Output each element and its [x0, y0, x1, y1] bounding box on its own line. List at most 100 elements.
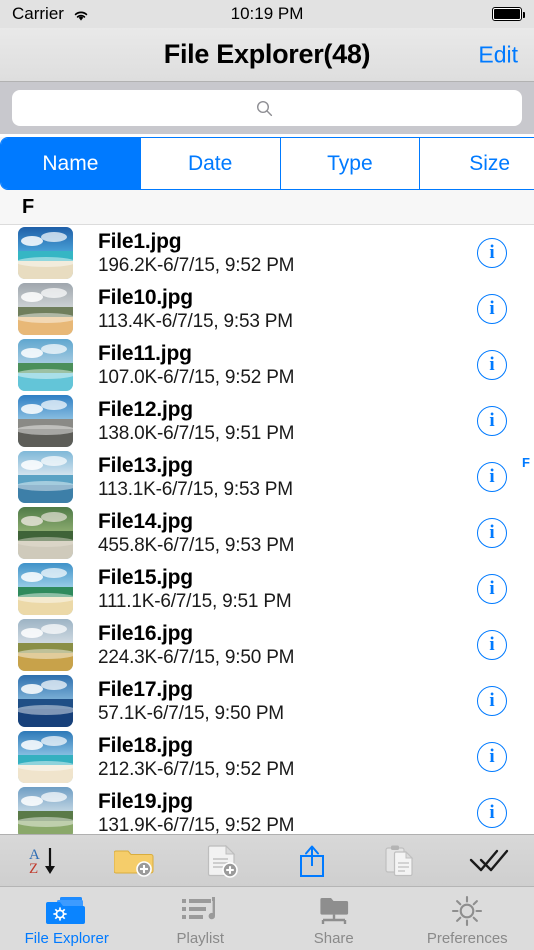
navigation-bar: File Explorer(48) Edit: [0, 28, 534, 82]
info-button[interactable]: i: [477, 350, 507, 380]
table-row[interactable]: File12.jpg 138.0K-6/7/15, 9:51 PM i: [0, 393, 534, 449]
select-all-button[interactable]: [462, 839, 518, 883]
file-info: File11.jpg 107.0K-6/7/15, 9:52 PM: [98, 342, 477, 389]
sort-segmented-control-container: Name Date Type Size: [0, 137, 534, 190]
file-info: File1.jpg 196.2K-6/7/15, 9:52 PM: [98, 230, 477, 277]
tab-playlist[interactable]: Playlist: [134, 887, 268, 950]
file-meta: 113.4K-6/7/15, 9:53 PM: [98, 310, 293, 332]
segment-date[interactable]: Date: [140, 138, 281, 189]
file-name: File13.jpg: [98, 453, 193, 477]
share-button[interactable]: [284, 839, 340, 883]
file-explorer-app: Carrier 10:19 PM File Explorer(48) Edit: [0, 0, 534, 950]
tab-preferences[interactable]: Preferences: [401, 887, 534, 950]
file-info: File17.jpg 57.1K-6/7/15, 9:50 PM: [98, 678, 477, 725]
file-thumbnail: [18, 507, 73, 559]
info-button[interactable]: i: [477, 518, 507, 548]
info-button[interactable]: i: [477, 462, 507, 492]
table-row[interactable]: File14.jpg 455.8K-6/7/15, 9:53 PM i: [0, 505, 534, 561]
tab-share[interactable]: Share: [267, 887, 401, 950]
edit-button[interactable]: Edit: [478, 41, 518, 68]
file-info: File13.jpg 113.1K-6/7/15, 9:53 PM: [98, 454, 477, 501]
new-file-icon: [206, 844, 240, 878]
file-name: File15.jpg: [98, 565, 193, 589]
status-bar-left: Carrier: [12, 4, 90, 24]
file-info: File15.jpg 111.1K-6/7/15, 9:51 PM: [98, 566, 477, 613]
share-icon: [297, 844, 327, 878]
info-button[interactable]: i: [477, 798, 507, 828]
sort-az-button[interactable]: A Z: [17, 839, 73, 883]
file-thumbnail: [18, 563, 73, 615]
status-bar: Carrier 10:19 PM: [0, 0, 534, 28]
info-button[interactable]: i: [477, 574, 507, 604]
tab-label-preferences: Preferences: [426, 929, 508, 947]
info-button[interactable]: i: [477, 686, 507, 716]
file-meta: 196.2K-6/7/15, 9:52 PM: [98, 254, 295, 276]
table-row[interactable]: File17.jpg 57.1K-6/7/15, 9:50 PM i: [0, 673, 534, 729]
file-name: File14.jpg: [98, 509, 193, 533]
info-button[interactable]: i: [477, 630, 507, 660]
file-name: File11.jpg: [98, 341, 192, 365]
file-name: File10.jpg: [98, 285, 193, 309]
file-meta: 131.9K-6/7/15, 9:52 PM: [98, 814, 295, 834]
segment-type[interactable]: Type: [280, 138, 421, 189]
file-thumbnail: [18, 283, 73, 335]
file-name: File19.jpg: [98, 789, 193, 813]
new-folder-icon: [113, 845, 154, 877]
table-row[interactable]: File18.jpg 212.3K-6/7/15, 9:52 PM i: [0, 729, 534, 785]
wifi-icon: [72, 7, 90, 21]
page-title: File Explorer(48): [163, 39, 371, 69]
sort-segmented-control[interactable]: Name Date Type Size: [0, 137, 534, 190]
segment-size[interactable]: Size: [420, 138, 534, 189]
file-thumbnail: [18, 619, 73, 671]
table-row[interactable]: File16.jpg 224.3K-6/7/15, 9:50 PM i: [0, 617, 534, 673]
file-name: File1.jpg: [98, 229, 182, 253]
tab-file-explorer[interactable]: File Explorer: [0, 887, 134, 950]
file-meta: 111.1K-6/7/15, 9:51 PM: [98, 590, 292, 612]
file-meta: 113.1K-6/7/15, 9:53 PM: [98, 478, 293, 500]
file-info: File10.jpg 113.4K-6/7/15, 9:53 PM: [98, 286, 477, 333]
table-row[interactable]: File13.jpg 113.1K-6/7/15, 9:53 PM i: [0, 449, 534, 505]
svg-text:Z: Z: [29, 861, 38, 877]
search-bar-container: [0, 82, 534, 134]
file-meta: 138.0K-6/7/15, 9:51 PM: [98, 422, 295, 444]
folder-gear-icon: [45, 894, 88, 928]
file-info: File18.jpg 212.3K-6/7/15, 9:52 PM: [98, 734, 477, 781]
info-button[interactable]: i: [477, 294, 507, 324]
paste-icon: [384, 844, 418, 878]
file-info: File12.jpg 138.0K-6/7/15, 9:51 PM: [98, 398, 477, 445]
file-rows-container: File1.jpg 196.2K-6/7/15, 9:52 PM i File10.j…: [0, 225, 534, 834]
carrier-label: Carrier: [12, 4, 64, 23]
table-row[interactable]: File10.jpg 113.4K-6/7/15, 9:53 PM i: [0, 281, 534, 337]
playlist-music-icon: [181, 894, 219, 928]
tab-label-share: Share: [313, 929, 354, 947]
table-row[interactable]: File1.jpg 196.2K-6/7/15, 9:52 PM i: [0, 225, 534, 281]
table-row[interactable]: File15.jpg 111.1K-6/7/15, 9:51 PM i: [0, 561, 534, 617]
new-folder-button[interactable]: [106, 839, 162, 883]
search-icon: [256, 100, 273, 117]
file-thumbnail: [18, 395, 73, 447]
search-input[interactable]: [12, 90, 522, 126]
file-thumbnail: [18, 339, 73, 391]
table-row[interactable]: File11.jpg 107.0K-6/7/15, 9:52 PM i: [0, 337, 534, 393]
info-button[interactable]: i: [477, 742, 507, 772]
file-info: File16.jpg 224.3K-6/7/15, 9:50 PM: [98, 622, 477, 669]
file-name: File18.jpg: [98, 733, 193, 757]
info-button[interactable]: i: [477, 238, 507, 268]
search-placeholder-group: [256, 100, 279, 117]
table-row[interactable]: File19.jpg 131.9K-6/7/15, 9:52 PM i: [0, 785, 534, 834]
file-meta: 57.1K-6/7/15, 9:50 PM: [98, 702, 284, 724]
tab-bar: File Explorer Playlist Share Preferences: [0, 886, 534, 950]
file-thumbnail: [18, 787, 73, 834]
file-list[interactable]: F File1.jpg 196.2K-6/7/15, 9:52 PM i File10…: [0, 190, 534, 834]
file-meta: 224.3K-6/7/15, 9:50 PM: [98, 646, 295, 668]
sort-az-icon: A Z: [28, 845, 62, 877]
double-check-icon: [469, 847, 511, 875]
section-index-f[interactable]: F: [522, 455, 530, 470]
info-button[interactable]: i: [477, 406, 507, 436]
paste-button[interactable]: [373, 839, 429, 883]
segment-name[interactable]: Name: [1, 138, 141, 189]
battery-icon: [492, 7, 525, 21]
network-share-icon: [315, 894, 353, 928]
file-thumbnail: [18, 227, 73, 279]
new-file-button[interactable]: [195, 839, 251, 883]
